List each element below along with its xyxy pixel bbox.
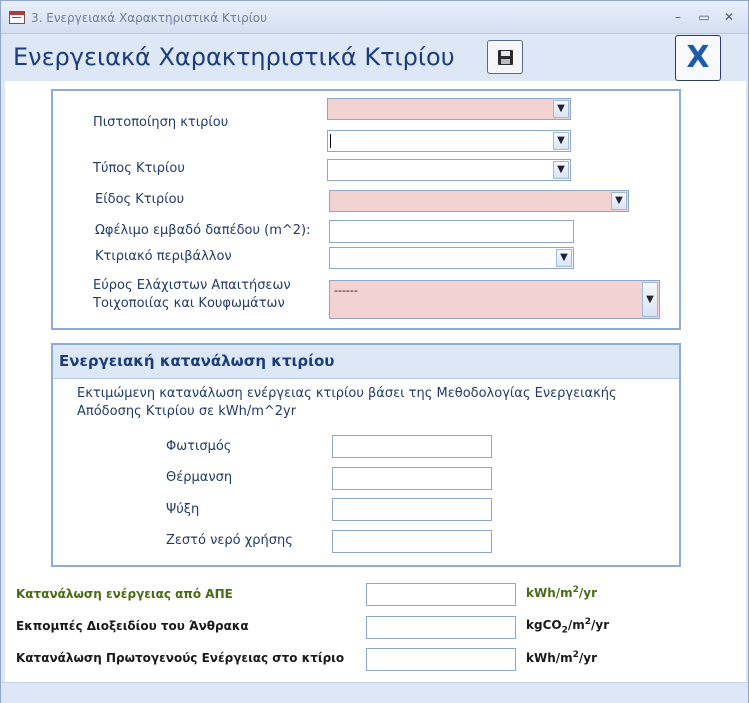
min-requirements-combo[interactable]: ------ ▼	[329, 280, 660, 319]
minimize-button[interactable]: –	[669, 9, 687, 25]
text-caret	[330, 134, 331, 148]
co2-unit: kgCO2/m2/yr	[526, 617, 610, 636]
building-kind-combo[interactable]: ▼	[329, 190, 629, 212]
form-body: Πιστοποίηση κτιρίου ▼ ▼ Τύπος Κτιρίου ▼ …	[5, 81, 746, 682]
floor-area-label: Ωφέλιμο εμβαδό δαπέδου (m^2):	[95, 223, 311, 238]
close-form-button[interactable]: X	[675, 35, 721, 81]
close-icon: X	[686, 40, 710, 75]
lighting-input[interactable]	[332, 435, 492, 458]
building-type-combo[interactable]: ▼	[327, 159, 571, 181]
characteristics-panel: Πιστοποίηση κτιρίου ▼ ▼ Τύπος Κτιρίου ▼ …	[51, 89, 681, 330]
res-consumption-input[interactable]	[366, 583, 516, 606]
chevron-down-icon[interactable]: ▼	[642, 282, 658, 317]
page-title: Ενεργειακά Χαρακτηριστικά Κτιρίου	[13, 43, 455, 71]
res-consumption-label: Κατανάλωση ενέργειας από ΑΠΕ	[16, 587, 233, 601]
lighting-label: Φωτισμός	[166, 439, 232, 454]
chevron-down-icon[interactable]: ▼	[611, 192, 627, 210]
window-title: 3. Ενεργειακά Χαρακτηριστικά Κτιρίου	[31, 11, 268, 25]
form-header: Ενεργειακά Χαρακτηριστικά Κτιρίου X	[5, 35, 746, 81]
floor-area-input[interactable]	[329, 220, 574, 243]
consumption-title: Ενεργειακή κατανάλωση κτιρίου	[59, 352, 335, 370]
res-unit: kWh/m2/yr	[526, 585, 598, 600]
building-kind-label: Είδος Κτιρίου	[95, 192, 185, 207]
heating-label: Θέρμανση	[166, 470, 233, 485]
building-type-label: Τύπος Κτιρίου	[93, 161, 185, 176]
form-footer	[1, 682, 748, 703]
min-requirements-label: Εύρος Ελάχιστων Απαιτήσεων Τοιχοποιίας κ…	[93, 278, 291, 311]
chevron-down-icon[interactable]: ▼	[553, 100, 569, 118]
consumption-panel: Ενεργειακή κατανάλωση κτιρίου Εκτιμώμενη…	[51, 343, 681, 567]
chevron-down-icon[interactable]: ▼	[553, 161, 569, 179]
form-icon	[9, 11, 25, 24]
primary-unit: kWh/m2/yr	[526, 650, 598, 665]
consumption-description: Εκτιμώμενη κατανάλωση ενέργειας κτιρίου …	[77, 386, 617, 419]
floppy-disk-icon	[498, 50, 513, 65]
certification-subtype-combo[interactable]: ▼	[327, 130, 571, 152]
hot-water-input[interactable]	[332, 530, 492, 553]
min-requirements-value: ------	[334, 284, 358, 297]
certification-combo[interactable]: ▼	[327, 98, 571, 120]
window-close-button[interactable]: ✕	[720, 9, 738, 25]
co2-emissions-label: Εκπομπές Διοξειδίου του Άνθρακα	[16, 619, 249, 633]
save-button[interactable]	[487, 40, 523, 74]
co2-emissions-input[interactable]	[366, 616, 516, 639]
chevron-down-icon[interactable]: ▼	[556, 249, 572, 267]
environment-label: Κτιριακό περιβάλλον	[95, 249, 232, 264]
chevron-down-icon[interactable]: ▼	[553, 132, 569, 150]
primary-energy-label: Κατανάλωση Πρωτογενούς Ενέργειας στο κτί…	[16, 651, 345, 665]
maximize-button[interactable]: ▭	[695, 9, 713, 25]
hot-water-label: Ζεστό νερό χρήσης	[166, 533, 293, 548]
environment-combo[interactable]: ▼	[329, 247, 574, 269]
heating-input[interactable]	[332, 467, 492, 490]
primary-energy-input[interactable]	[366, 648, 516, 671]
certification-label: Πιστοποίηση κτιρίου	[93, 115, 229, 130]
app-window: 3. Ενεργειακά Χαρακτηριστικά Κτιρίου – ▭…	[0, 0, 749, 703]
cooling-label: Ψύξη	[166, 502, 200, 517]
consumption-panel-header: Ενεργειακή κατανάλωση κτιρίου	[53, 345, 679, 379]
cooling-input[interactable]	[332, 498, 492, 521]
title-bar: 3. Ενεργειακά Χαρακτηριστικά Κτιρίου – ▭…	[1, 1, 748, 34]
